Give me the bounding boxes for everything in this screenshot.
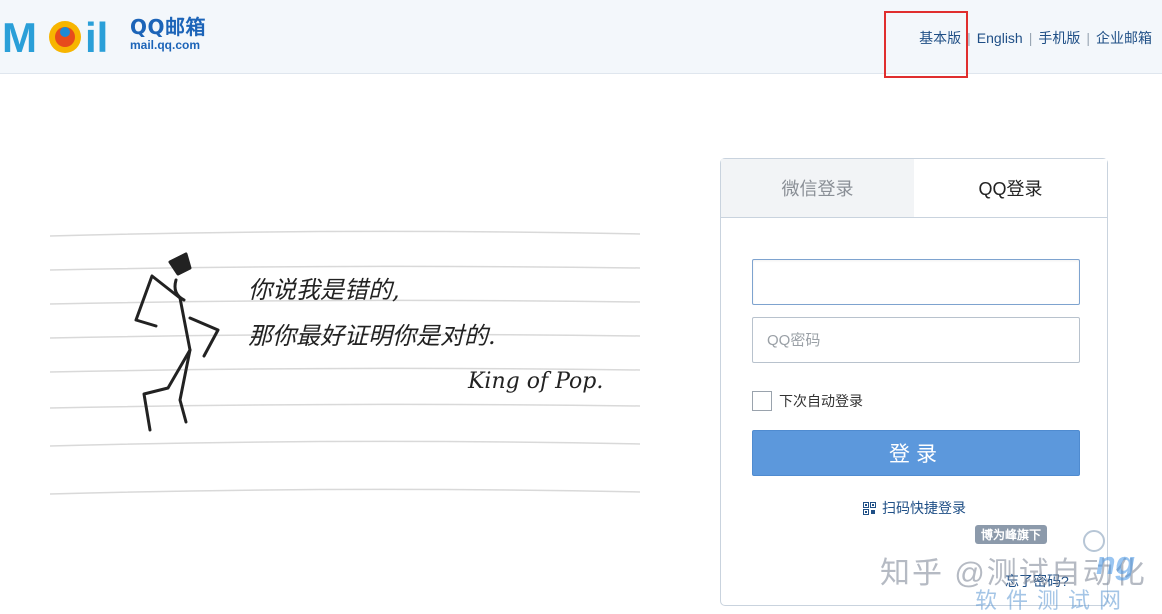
paper-lines: [49, 230, 641, 495]
separator: |: [1028, 30, 1033, 46]
logo-text: QQ邮箱 mail.qq.com: [130, 16, 206, 52]
login-tabs: 微信登录 QQ登录: [721, 159, 1107, 218]
page-root: M il QQ邮箱 mail.qq.com 基本版 | English | 手机…: [0, 0, 1162, 614]
logo-title: QQ邮箱: [130, 15, 207, 39]
watermark-badge: 博为峰旗下: [975, 525, 1048, 544]
logo-domain: mail.qq.com: [130, 38, 201, 52]
watermark-brand: ng: [1096, 545, 1136, 581]
separator: |: [1086, 30, 1090, 46]
watermark-subtitle: 软件测试网: [975, 588, 1131, 613]
svg-text:il: il: [85, 14, 108, 60]
hero-art: 你说我是错的, 那你最好证明你是对的. King of Pop.: [49, 230, 641, 495]
tab-wechat-login[interactable]: 微信登录: [721, 159, 914, 217]
link-mobile-version[interactable]: 手机版: [1038, 28, 1080, 48]
hero-illustration: 你说我是错的, 那你最好证明你是对的. King of Pop.: [40, 218, 650, 508]
qr-login-link[interactable]: 扫码快捷登录: [863, 498, 966, 518]
remember-checkbox[interactable]: [752, 391, 772, 411]
link-english[interactable]: English: [977, 30, 1023, 46]
top-header: M il QQ邮箱 mail.qq.com 基本版 | English | 手机…: [0, 0, 1162, 74]
qr-login-label[interactable]: 扫码快捷登录: [882, 498, 966, 518]
hero-line-2: 那你最好证明你是对的.: [248, 322, 496, 350]
account-input[interactable]: [752, 259, 1080, 305]
tab-qq-login[interactable]: QQ登录: [914, 159, 1107, 217]
annotation-highlight-box: [884, 11, 968, 78]
qr-code-icon: [863, 501, 876, 515]
svg-text:M: M: [2, 14, 37, 60]
login-panel: 微信登录 QQ登录 下次自动登录 登录 扫码快捷登录 忘了密码?: [720, 158, 1108, 606]
mail-logo[interactable]: M il: [2, 12, 122, 60]
remember-me: 下次自动登录: [752, 391, 863, 411]
login-button[interactable]: 登录: [752, 430, 1080, 476]
password-input[interactable]: [752, 317, 1080, 363]
hero-signature: King of Pop.: [467, 369, 603, 394]
remember-label[interactable]: 下次自动登录: [779, 391, 863, 411]
dancer-figure: [134, 252, 220, 432]
link-enterprise-mail[interactable]: 企业邮箱: [1096, 28, 1152, 48]
hero-line-1: 你说我是错的,: [248, 276, 400, 304]
